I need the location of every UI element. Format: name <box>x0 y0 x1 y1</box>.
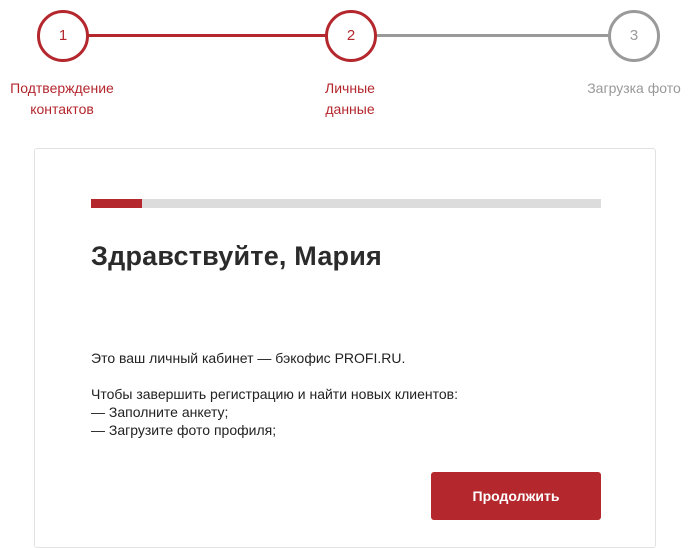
step-2-label: Личные данные <box>325 80 375 117</box>
stepper-line-completed <box>88 34 326 37</box>
welcome-card: Здравствуйте, Мария Это ваш личный кабин… <box>34 148 656 548</box>
instruction-item: — Загрузите фото профиля; <box>91 422 277 438</box>
step-1-label: Подтверждение контактов <box>10 80 114 117</box>
step-3-label: Загрузка фото <box>587 80 681 96</box>
step-2-circle: 2 <box>325 10 377 62</box>
welcome-heading: Здравствуйте, Мария <box>91 241 382 271</box>
step-3-circle: 3 <box>608 10 660 62</box>
profile-progress-bar <box>91 199 601 208</box>
registration-stepper: 1 2 3 Подтверждение контактов Личные дан… <box>0 0 700 130</box>
welcome-text: Это ваш личный кабинет — бэкофис PROFI.R… <box>91 349 611 439</box>
profile-progress-fill <box>91 199 142 208</box>
instructions-title: Чтобы завершить регистрацию и найти новы… <box>91 386 458 402</box>
intro-text: Это ваш личный кабинет — бэкофис PROFI.R… <box>91 350 406 366</box>
instruction-item: — Заполните анкету; <box>91 404 229 420</box>
step-1-circle: 1 <box>37 10 89 62</box>
stepper-line-pending <box>376 34 608 37</box>
continue-button[interactable]: Продолжить <box>431 472 601 520</box>
